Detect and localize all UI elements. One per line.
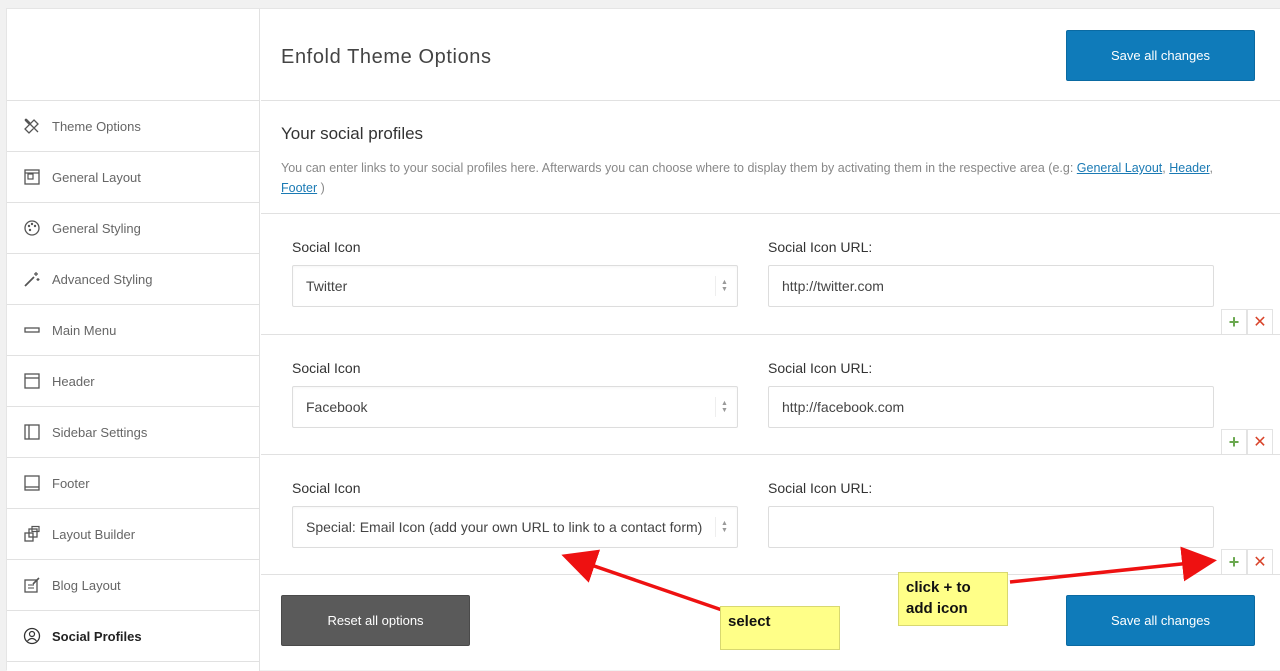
footer-icon [23,474,41,492]
select-arrows-icon: ▲ ▼ [715,276,729,296]
sidebar-item-label: Blog Layout [52,577,121,593]
sidebar-item-theme-options[interactable]: Theme Options [7,101,259,152]
link-general-layout[interactable]: General Layout [1077,161,1162,175]
link-footer[interactable]: Footer [281,181,317,195]
select-value: Facebook [306,399,368,415]
annotation-note-add: click + to add icon [898,572,1008,626]
save-all-button-bottom[interactable]: Save all changes [1066,595,1255,646]
desc-text: ) [317,181,325,195]
reset-all-button[interactable]: Reset all options [281,595,470,646]
sidebar-item-label: General Styling [52,220,141,236]
social-icon-label: Social Icon [292,480,361,496]
select-value: Special: Email Icon (add your own URL to… [306,519,703,535]
sidebar-item-advanced-styling[interactable]: Advanced Styling [7,254,259,305]
annotation-note-select: select [720,606,840,650]
social-url-label: Social Icon URL: [768,480,873,496]
desc-text: You can enter links to your social profi… [281,161,1077,175]
social-icon-label: Social Icon [292,239,361,255]
sidebar-item-layout-builder[interactable]: Layout Builder [7,509,259,560]
tools-icon [23,117,41,135]
social-url-input[interactable]: http://facebook.com [768,386,1214,428]
remove-row-button[interactable]: ✕ [1247,429,1273,455]
sidebar-item-label: Social Profiles [52,628,142,644]
add-row-button[interactable]: + [1221,429,1247,455]
desc-sep: , [1209,161,1214,175]
sidebar-item-label: Advanced Styling [52,271,153,287]
social-url-label: Social Icon URL: [768,239,873,255]
remove-row-button[interactable]: ✕ [1247,549,1273,575]
sidebar-item-label: Sidebar Settings [52,424,148,440]
sidebar: Theme Options General Layout General Sty… [7,9,260,671]
social-icon-select[interactable]: Twitter ▲ ▼ [292,265,738,307]
social-url-input[interactable] [768,506,1214,548]
sidebar-item-footer[interactable]: Footer [7,458,259,509]
add-row-button[interactable]: + [1221,549,1247,575]
sidebar-item-social-profiles[interactable]: Social Profiles [7,611,259,662]
add-row-button[interactable]: + [1221,309,1247,335]
layout-builder-icon [23,525,41,543]
blog-icon [23,576,41,594]
divider [261,574,1280,575]
sidebar-item-label: Theme Options [52,118,141,134]
sidebar-item-label: Main Menu [52,322,117,338]
social-row: Social Icon Social Icon URL: Facebook ▲ ▼… [261,335,1280,455]
select-value: Twitter [306,278,348,294]
social-row: Social Icon Social Icon URL: Special: Em… [261,455,1280,575]
social-row: Social Icon Social Icon URL: Twitter ▲ ▼ … [261,214,1280,335]
social-icon-label: Social Icon [292,360,361,376]
section-description: You can enter links to your social profi… [281,158,1241,198]
save-all-button-top[interactable]: Save all changes [1066,30,1255,81]
app-frame: Theme Options General Layout General Sty… [6,8,1280,671]
section-header: Your social profiles You can enter links… [281,124,1241,198]
sidebar-item-label: General Layout [52,169,141,185]
sidebar-item-label: Layout Builder [52,526,136,542]
social-icon-select[interactable]: Special: Email Icon (add your own URL to… [292,506,738,548]
layout-icon [23,168,41,186]
social-url-input[interactable]: http://twitter.com [768,265,1214,307]
sidebar-item-main-menu[interactable]: Main Menu [7,305,259,356]
sidebar-item-general-styling[interactable]: General Styling [7,203,259,254]
menu-icon [23,321,41,339]
main-content: Enfold Theme Options Save all changes Yo… [261,9,1280,671]
palette-icon [23,219,41,237]
sidebar-item-label: Header [52,373,95,389]
section-title: Your social profiles [281,124,424,143]
page-title: Enfold Theme Options [281,46,492,68]
social-icon-select[interactable]: Facebook ▲ ▼ [292,386,738,428]
sidebar-item-header[interactable]: Header [7,356,259,407]
remove-row-button[interactable]: ✕ [1247,309,1273,335]
header-icon [23,372,41,390]
social-profile-icon [23,627,41,645]
select-arrows-icon: ▲ ▼ [715,397,729,417]
sidebar-item-sidebar-settings[interactable]: Sidebar Settings [7,407,259,458]
link-header[interactable]: Header [1169,161,1209,175]
select-arrows-icon: ▲ ▼ [715,517,729,537]
magic-wand-icon [23,270,41,288]
sidebar-item-label: Footer [52,475,90,491]
social-url-label: Social Icon URL: [768,360,873,376]
topbar: Enfold Theme Options Save all changes [261,9,1280,101]
sidebar-icon [23,423,41,441]
sidebar-item-blog-layout[interactable]: Blog Layout [7,560,259,611]
logo-area [7,9,259,101]
sidebar-item-general-layout[interactable]: General Layout [7,152,259,203]
